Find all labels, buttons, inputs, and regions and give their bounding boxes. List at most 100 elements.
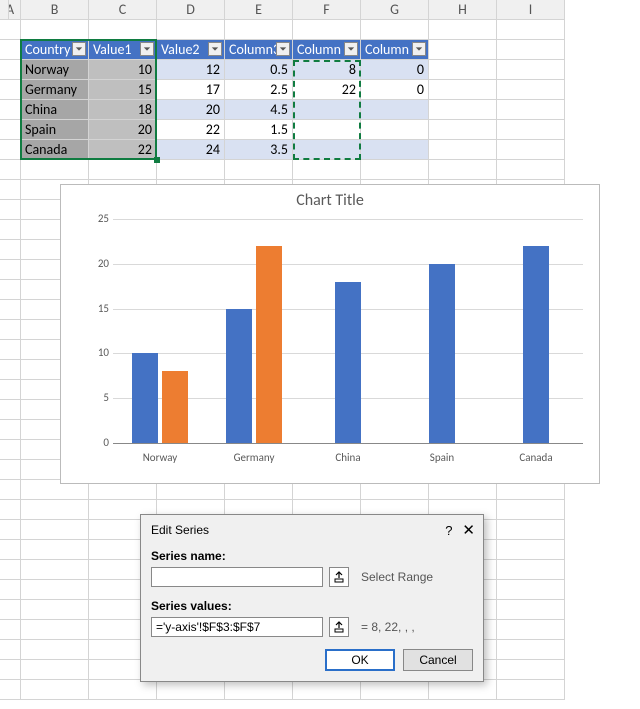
cell[interactable] bbox=[21, 520, 89, 540]
cell[interactable] bbox=[293, 20, 361, 40]
cell[interactable] bbox=[89, 160, 157, 180]
cell[interactable] bbox=[0, 120, 21, 140]
ok-button[interactable]: OK bbox=[325, 649, 395, 671]
cell[interactable] bbox=[497, 560, 565, 580]
cell[interactable] bbox=[21, 20, 89, 40]
cell[interactable] bbox=[157, 680, 225, 700]
table-header[interactable]: Country bbox=[21, 40, 89, 60]
col-header[interactable]: E bbox=[225, 0, 293, 20]
table-cell[interactable]: 12 bbox=[157, 60, 225, 80]
cell[interactable] bbox=[497, 580, 565, 600]
table-cell[interactable]: 22 bbox=[157, 120, 225, 140]
cell[interactable] bbox=[0, 160, 21, 180]
table-header[interactable]: Column bbox=[361, 40, 429, 60]
cell[interactable] bbox=[0, 60, 21, 80]
cell[interactable] bbox=[21, 680, 89, 700]
table-cell[interactable]: 18 bbox=[89, 100, 157, 120]
cell[interactable] bbox=[225, 680, 293, 700]
chart[interactable]: Chart Title0510152025NorwayGermanyChinaS… bbox=[60, 184, 600, 484]
col-header[interactable]: F bbox=[293, 0, 361, 20]
col-header[interactable]: G bbox=[361, 0, 429, 20]
cell[interactable] bbox=[89, 680, 157, 700]
col-header[interactable]: H bbox=[429, 0, 497, 20]
range-picker-icon[interactable] bbox=[329, 567, 349, 587]
table-cell[interactable]: 0 bbox=[361, 60, 429, 80]
table-cell[interactable]: Canada bbox=[21, 140, 89, 160]
cell[interactable] bbox=[497, 520, 565, 540]
cell[interactable] bbox=[293, 160, 361, 180]
cell[interactable] bbox=[225, 20, 293, 40]
cell[interactable] bbox=[0, 640, 21, 660]
cell[interactable] bbox=[0, 40, 21, 60]
cell[interactable] bbox=[0, 600, 21, 620]
cell[interactable] bbox=[0, 300, 21, 320]
cell[interactable] bbox=[497, 660, 565, 680]
cell[interactable] bbox=[361, 160, 429, 180]
cell[interactable] bbox=[0, 360, 21, 380]
cell[interactable] bbox=[21, 600, 89, 620]
cell[interactable] bbox=[497, 600, 565, 620]
cell[interactable] bbox=[497, 540, 565, 560]
cell[interactable] bbox=[497, 620, 565, 640]
cell[interactable] bbox=[0, 560, 21, 580]
cell[interactable] bbox=[21, 660, 89, 680]
filter-icon[interactable] bbox=[140, 42, 154, 56]
cell[interactable] bbox=[497, 500, 565, 520]
cell[interactable] bbox=[497, 80, 565, 100]
cell[interactable] bbox=[497, 140, 565, 160]
cell[interactable] bbox=[0, 140, 21, 160]
cell[interactable] bbox=[497, 40, 565, 60]
cell[interactable] bbox=[21, 500, 89, 520]
cell[interactable] bbox=[0, 580, 21, 600]
cell[interactable] bbox=[429, 40, 497, 60]
cell[interactable] bbox=[0, 100, 21, 120]
table-cell[interactable]: 0 bbox=[361, 80, 429, 100]
cell[interactable] bbox=[429, 160, 497, 180]
cell[interactable] bbox=[21, 540, 89, 560]
table-header[interactable]: Column3 bbox=[225, 40, 293, 60]
cell[interactable] bbox=[0, 380, 21, 400]
table-cell[interactable] bbox=[361, 140, 429, 160]
cell[interactable] bbox=[21, 580, 89, 600]
cell[interactable] bbox=[21, 640, 89, 660]
table-cell[interactable]: Germany bbox=[21, 80, 89, 100]
table-cell[interactable]: 24 bbox=[157, 140, 225, 160]
table-header[interactable]: Column bbox=[293, 40, 361, 60]
table-cell[interactable]: 15 bbox=[89, 80, 157, 100]
table-cell[interactable]: 2.5 bbox=[225, 80, 293, 100]
table-cell[interactable]: 1.5 bbox=[225, 120, 293, 140]
col-header[interactable]: C bbox=[89, 0, 157, 20]
cell[interactable] bbox=[429, 100, 497, 120]
cell[interactable] bbox=[0, 240, 21, 260]
cell[interactable] bbox=[429, 140, 497, 160]
cell[interactable] bbox=[0, 20, 21, 40]
col-header[interactable]: D bbox=[157, 0, 225, 20]
cell[interactable] bbox=[429, 120, 497, 140]
cell[interactable] bbox=[0, 440, 21, 460]
table-header[interactable]: Value2 bbox=[157, 40, 225, 60]
col-header[interactable]: B bbox=[21, 0, 89, 20]
table-cell[interactable]: 3.5 bbox=[225, 140, 293, 160]
cell[interactable] bbox=[0, 200, 21, 220]
cell[interactable] bbox=[0, 420, 21, 440]
filter-icon[interactable] bbox=[208, 42, 222, 56]
table-cell[interactable] bbox=[361, 100, 429, 120]
cell[interactable] bbox=[0, 80, 21, 100]
table-cell[interactable] bbox=[293, 140, 361, 160]
table-header[interactable]: Value1 bbox=[89, 40, 157, 60]
table-cell[interactable]: 17 bbox=[157, 80, 225, 100]
table-cell[interactable]: Spain bbox=[21, 120, 89, 140]
cell[interactable] bbox=[361, 680, 429, 700]
table-cell[interactable] bbox=[293, 120, 361, 140]
filter-icon[interactable] bbox=[72, 42, 86, 56]
cell[interactable] bbox=[157, 20, 225, 40]
cell[interactable] bbox=[429, 60, 497, 80]
help-icon[interactable]: ? bbox=[445, 523, 452, 538]
close-icon[interactable]: ✕ bbox=[462, 521, 475, 539]
cell[interactable] bbox=[497, 20, 565, 40]
table-cell[interactable]: 8 bbox=[293, 60, 361, 80]
filter-icon[interactable] bbox=[276, 42, 290, 56]
cell[interactable] bbox=[497, 160, 565, 180]
range-picker-icon[interactable] bbox=[329, 617, 349, 637]
cell[interactable] bbox=[0, 460, 21, 480]
